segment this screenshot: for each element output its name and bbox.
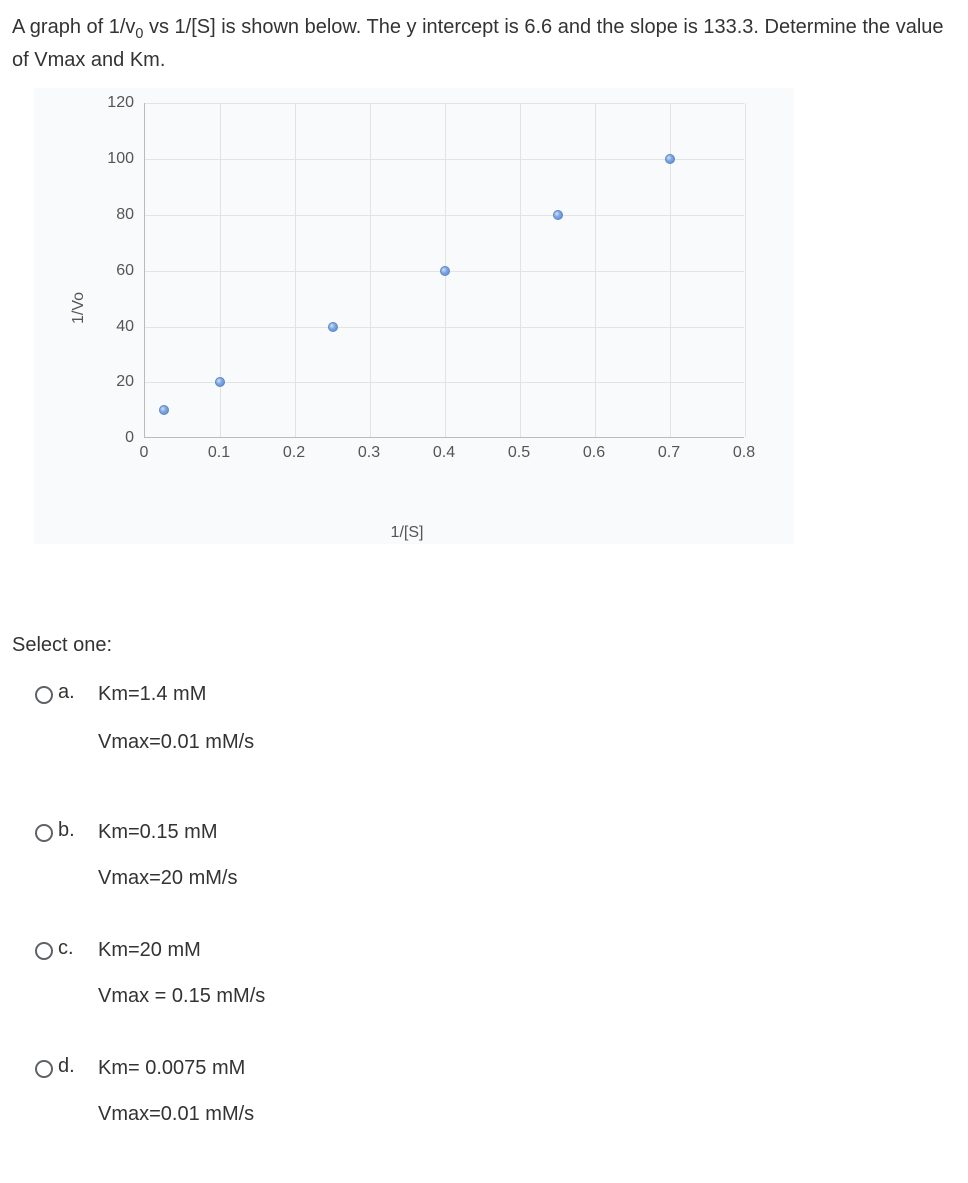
x-tick-label: 0.5 xyxy=(508,444,530,462)
data-point xyxy=(328,322,338,332)
question-pre: A graph of 1/v xyxy=(12,16,135,38)
y-tick-label: 100 xyxy=(44,150,134,168)
option-d-line2: Vmax=0.01 mM/s xyxy=(98,1099,956,1129)
option-letter: b. xyxy=(58,817,98,842)
option-d[interactable]: d. Km= 0.0075 mM Vmax=0.01 mM/s xyxy=(30,1053,956,1145)
plot-area xyxy=(144,103,744,438)
gridline-v xyxy=(370,103,371,437)
select-prompt: Select one: xyxy=(12,634,956,657)
question-mid: vs 1/[S] is shown below. The y intercept… xyxy=(12,16,944,71)
data-point xyxy=(553,210,563,220)
chart-container: 1/Vo 02040608010012000.10.20.30.40.50.60… xyxy=(34,88,794,544)
x-tick-label: 0.4 xyxy=(433,444,455,462)
data-point xyxy=(159,405,169,415)
x-axis-label: 1/[S] xyxy=(44,518,770,542)
radio-b[interactable] xyxy=(35,824,53,842)
option-a-line1: Km=1.4 mM xyxy=(98,679,956,709)
y-tick-label: 40 xyxy=(44,318,134,336)
option-letter: a. xyxy=(58,679,98,704)
option-c[interactable]: c. Km=20 mM Vmax = 0.15 mM/s xyxy=(30,935,956,1027)
x-tick-label: 0.6 xyxy=(583,444,605,462)
option-c-line2: Vmax = 0.15 mM/s xyxy=(98,981,956,1011)
x-tick-label: 0.3 xyxy=(358,444,380,462)
option-a-line2: Vmax=0.01 mM/s xyxy=(98,727,956,757)
y-tick-label: 20 xyxy=(44,373,134,391)
x-tick-label: 0.7 xyxy=(658,444,680,462)
x-tick-label: 0.2 xyxy=(283,444,305,462)
x-tick-label: 0.8 xyxy=(733,444,755,462)
option-letter: c. xyxy=(58,935,98,960)
option-b[interactable]: b. Km=0.15 mM Vmax=20 mM/s xyxy=(30,817,956,909)
gridline-v xyxy=(595,103,596,437)
radio-c[interactable] xyxy=(35,942,53,960)
gridline-v xyxy=(520,103,521,437)
y-tick-label: 0 xyxy=(44,429,134,447)
radio-d[interactable] xyxy=(35,1060,53,1078)
question-text: A graph of 1/v0 vs 1/[S] is shown below.… xyxy=(12,12,956,76)
y-tick-label: 60 xyxy=(44,262,134,280)
gridline-v xyxy=(745,103,746,437)
data-point xyxy=(440,266,450,276)
options-list: a. Km=1.4 mM Vmax=0.01 mM/s b. Km=0.15 m… xyxy=(12,679,956,1145)
option-a[interactable]: a. Km=1.4 mM Vmax=0.01 mM/s xyxy=(30,679,956,775)
x-tick-label: 0 xyxy=(140,444,149,462)
option-letter: d. xyxy=(58,1053,98,1078)
y-tick-label: 120 xyxy=(44,94,134,112)
x-tick-label: 0.1 xyxy=(208,444,230,462)
chart: 1/Vo 02040608010012000.10.20.30.40.50.60… xyxy=(44,98,764,518)
radio-a[interactable] xyxy=(35,686,53,704)
data-point xyxy=(665,154,675,164)
y-tick-label: 80 xyxy=(44,206,134,224)
option-d-line1: Km= 0.0075 mM xyxy=(98,1053,956,1083)
gridline-v xyxy=(295,103,296,437)
option-b-line2: Vmax=20 mM/s xyxy=(98,863,956,893)
data-point xyxy=(215,377,225,387)
option-c-line1: Km=20 mM xyxy=(98,935,956,965)
option-b-line1: Km=0.15 mM xyxy=(98,817,956,847)
